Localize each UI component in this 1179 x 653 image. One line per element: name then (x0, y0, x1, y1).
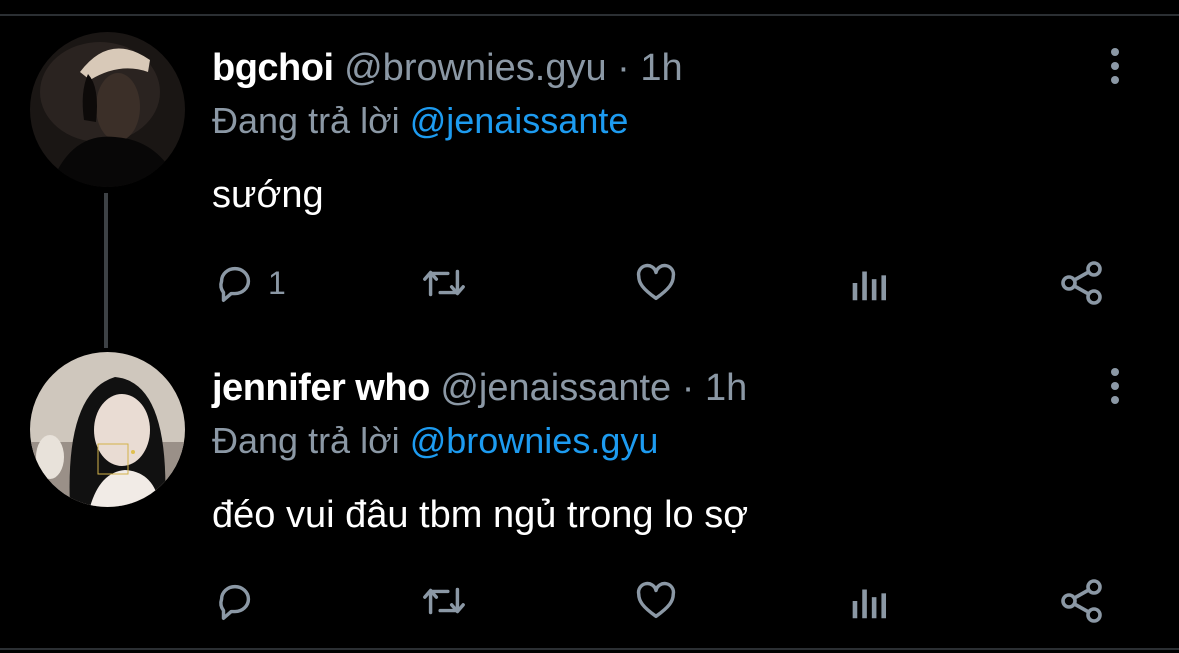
reply-count: 1 (268, 264, 286, 301)
avatar[interactable] (30, 352, 185, 507)
more-icon[interactable] (1100, 366, 1130, 406)
like-button[interactable] (632, 258, 680, 308)
like-icon (636, 263, 676, 301)
user-handle[interactable]: @jenaissante (440, 367, 671, 409)
replying-to-label: Đang trả lời (212, 420, 400, 461)
retweet-icon (423, 587, 465, 615)
share-icon (1061, 579, 1102, 623)
replying-to-label: Đang trả lời (212, 100, 400, 141)
timestamp[interactable]: 1h (640, 47, 682, 89)
reply-icon (219, 266, 251, 302)
bottom-divider (0, 648, 1179, 650)
display-name[interactable]: jennifer who (212, 367, 430, 409)
avatar[interactable] (30, 32, 185, 187)
views-button[interactable] (846, 576, 890, 626)
views-button[interactable] (846, 258, 890, 308)
tweet-item[interactable]: bgchoi @brownies.gyu · 1h Đang trả lời @… (0, 32, 1179, 338)
separator-dot: · (681, 367, 695, 409)
reply-mention-link[interactable]: @jenaissante (410, 100, 629, 141)
reply-button[interactable]: 1 (212, 258, 286, 308)
timestamp[interactable]: 1h (705, 367, 747, 409)
tweet-actions (212, 576, 1112, 626)
separator-dot: · (617, 47, 630, 89)
share-icon (1061, 261, 1102, 305)
retweet-button[interactable] (418, 576, 470, 626)
views-icon (852, 271, 887, 301)
views-icon (852, 589, 887, 619)
reply-mention-link[interactable]: @brownies.gyu (410, 420, 659, 461)
tweet-header: jennifer who @jenaissante · 1h (212, 366, 747, 410)
tweet-actions: 1 (212, 258, 1112, 308)
like-button[interactable] (632, 576, 680, 626)
retweet-button[interactable] (418, 258, 470, 308)
replying-to: Đang trả lời @brownies.gyu (212, 420, 658, 462)
more-icon[interactable] (1100, 46, 1130, 86)
reply-icon (219, 584, 251, 620)
like-icon (636, 581, 676, 619)
tweet-text: đéo vui đâu tbm ngủ trong lo sợ (212, 494, 749, 536)
top-divider (0, 14, 1179, 16)
share-button[interactable] (1058, 258, 1106, 308)
user-handle[interactable]: @brownies.gyu (344, 47, 606, 89)
reply-button[interactable] (212, 576, 268, 626)
tweet-header: bgchoi @brownies.gyu · 1h (212, 46, 683, 90)
share-button[interactable] (1058, 576, 1106, 626)
replying-to: Đang trả lời @jenaissante (212, 100, 628, 142)
display-name[interactable]: bgchoi (212, 47, 334, 89)
retweet-icon (423, 269, 465, 297)
tweet-item[interactable]: jennifer who @jenaissante · 1h Đang trả … (0, 352, 1179, 642)
tweet-text: sướng (212, 174, 324, 216)
